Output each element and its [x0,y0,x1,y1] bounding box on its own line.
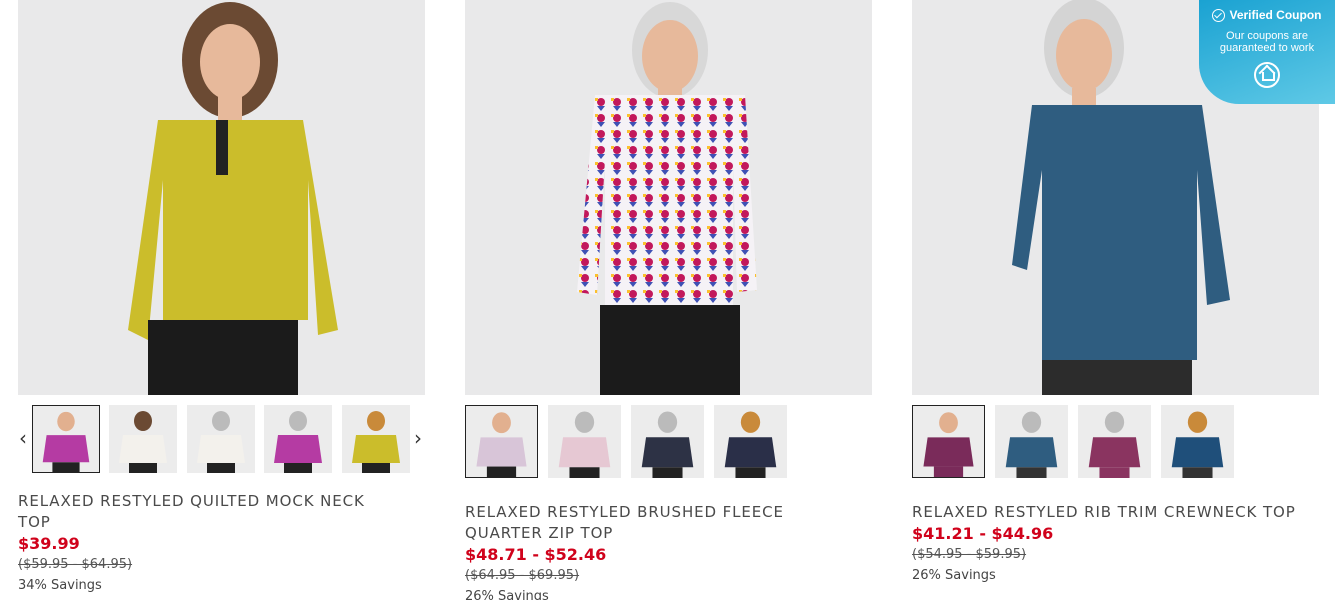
sale-price: $39.99 [18,534,80,553]
original-price: ($64.95 - $69.95) [465,568,580,583]
color-thumbnail[interactable] [1161,405,1234,478]
sale-price: $48.71 - $52.46 [465,545,607,564]
chevron-right-icon[interactable]: › [410,427,426,449]
original-price: ($54.95 - $59.95) [912,547,1027,562]
thumbnail-carousel [465,405,872,485]
color-thumbnail[interactable] [465,405,538,478]
color-thumbnail[interactable] [548,405,621,478]
coupon-subtitle-line: Our coupons are [1226,30,1308,42]
color-thumbnail[interactable] [1078,405,1151,478]
product-card: ‹ › RELAXED RESTYLED QUILTED MOCK NECK T… [18,0,425,596]
savings-label: 34% Savings [18,578,102,593]
product-card: RELAXED RESTYLED BRUSHED FLEECE QUARTER … [465,0,872,600]
color-thumbnail[interactable] [631,405,704,478]
product-title-line[interactable]: QUARTER ZIP TOP [465,524,613,542]
original-price: ($59.95 - $64.95) [18,557,133,572]
coupon-subtitle-line: guaranteed to work [1219,42,1315,54]
color-thumbnail[interactable] [912,405,985,478]
thumbnail-carousel [912,405,1319,485]
product-title-line[interactable]: RELAXED RESTYLED RIB TRIM CREWNECK TOP [912,503,1296,521]
product-image[interactable] [465,0,872,395]
product-title-line[interactable]: TOP [18,513,51,531]
coupon-logo-icon[interactable] [1254,62,1280,88]
savings-label: 26% Savings [465,589,549,600]
product-title[interactable]: RELAXED RESTYLED BRUSHED FLEECE QUARTER … [465,502,872,544]
savings-label: 26% Savings [912,568,996,583]
product-title[interactable]: RELAXED RESTYLED QUILTED MOCK NECK TOP [18,491,425,533]
color-thumbnail[interactable] [342,405,410,473]
chevron-left-icon[interactable]: ‹ [15,427,31,449]
check-circle-icon [1212,8,1226,22]
verified-coupon-badge[interactable]: Verified Coupon Our coupons are guarante… [1199,0,1335,104]
model-photo [128,2,338,395]
thumbnail-carousel: ‹ › [18,405,425,485]
color-thumbnail[interactable] [995,405,1068,478]
coupon-header: Verified Coupon [1199,8,1335,22]
sale-price: $41.21 - $44.96 [912,524,1054,543]
coupon-title: Verified Coupon [1229,8,1322,22]
product-title[interactable]: RELAXED RESTYLED RIB TRIM CREWNECK TOP [912,502,1319,523]
color-thumbnail[interactable] [187,405,255,473]
product-title-line[interactable]: RELAXED RESTYLED QUILTED MOCK NECK [18,492,365,510]
coupon-subtitle: Our coupons are guaranteed to work [1199,30,1335,54]
color-thumbnail[interactable] [32,405,100,473]
color-thumbnail[interactable] [109,405,177,473]
product-image[interactable] [18,0,425,395]
product-title-line[interactable]: RELAXED RESTYLED BRUSHED FLEECE [465,503,784,521]
color-thumbnail[interactable] [264,405,332,473]
model-photo [577,2,757,395]
color-thumbnail[interactable] [714,405,787,478]
